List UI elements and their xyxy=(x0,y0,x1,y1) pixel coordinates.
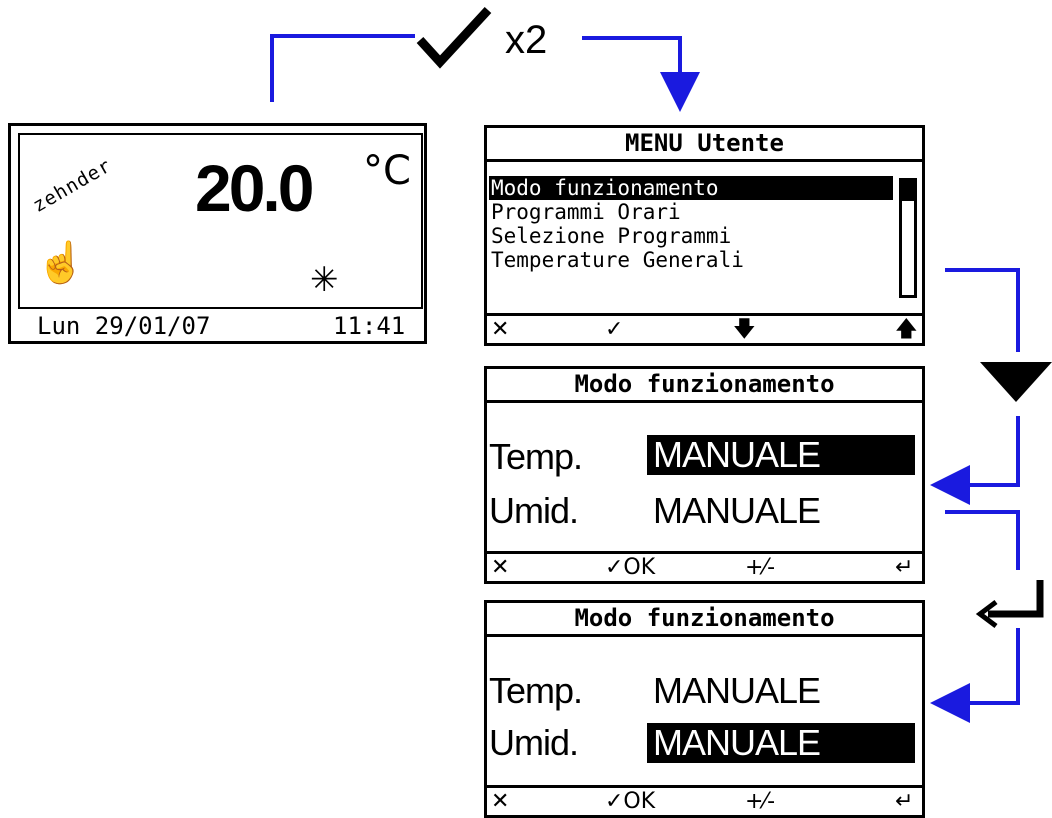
temp-label: Temp. xyxy=(489,670,583,711)
cancel-softkey[interactable]: ✕ xyxy=(491,316,509,343)
menu-item-selezione-programmi[interactable]: Selezione Programmi xyxy=(489,224,893,248)
connector-menu-to-down xyxy=(945,268,1020,352)
enter-softkey[interactable]: ↵ xyxy=(895,554,913,581)
cancel-softkey[interactable]: ✕ xyxy=(491,788,509,815)
temperature-unit: °C xyxy=(363,148,411,194)
temp-mode-value[interactable]: MANUALE xyxy=(647,435,915,475)
connector-mode-temp-to-enter xyxy=(945,510,1020,570)
temperature-value: 20.0 xyxy=(195,151,314,225)
confirm-softkey[interactable]: ✓ xyxy=(605,316,623,343)
menu-list: Modo funzionamento Programmi Orari Selez… xyxy=(489,176,893,272)
connector-home-to-check xyxy=(270,34,415,102)
mode-screen-temp-selected: Modo funzionamento Temp. MANUALE Umid. M… xyxy=(484,366,925,584)
enter-key-icon xyxy=(975,580,1044,628)
ok-softkey[interactable]: ✓OK xyxy=(605,788,655,815)
softkey-bar: ✕ ✓OK +⁄- ↵ xyxy=(487,551,922,581)
home-screen: zehnder 20.0 °C ☝ ✳ Lun 29/01/07 11:41 xyxy=(8,123,427,344)
screen-title: Modo funzionamento xyxy=(487,369,922,403)
softkey-bar: ✕ ✓ 🡇 🡅 xyxy=(487,313,922,343)
down-arrow-softkey[interactable]: 🡇 xyxy=(733,316,756,343)
screen-title: MENU Utente xyxy=(487,128,922,162)
temp-mode-value[interactable]: MANUALE xyxy=(647,671,915,711)
date-display: Lun 29/01/07 xyxy=(37,312,211,340)
menu-item-modo-funzionamento[interactable]: Modo funzionamento xyxy=(489,176,893,200)
hand-icon: ☝ xyxy=(36,241,86,285)
snowflake-icon: ✳ xyxy=(310,261,339,299)
plus-minus-softkey[interactable]: +⁄- xyxy=(745,788,775,815)
connector-check-to-menu xyxy=(582,36,700,112)
user-menu-screen: MENU Utente Modo funzionamento Programmi… xyxy=(484,125,925,346)
enter-softkey[interactable]: ↵ xyxy=(895,788,913,815)
ok-softkey[interactable]: ✓OK xyxy=(605,554,655,581)
connector-down-to-mode-temp xyxy=(930,416,1020,505)
up-arrow-softkey[interactable]: 🡅 xyxy=(895,316,918,343)
connector-enter-to-mode-humid xyxy=(930,628,1020,723)
screen-title: Modo funzionamento xyxy=(487,603,922,637)
plus-minus-softkey[interactable]: +⁄- xyxy=(745,554,775,581)
home-display-area: zehnder 20.0 °C ☝ ✳ xyxy=(18,133,423,309)
temp-label: Temp. xyxy=(489,436,583,477)
down-triangle-icon xyxy=(980,362,1052,402)
time-display: 11:41 xyxy=(333,312,406,340)
brand-logo: zehnder xyxy=(29,154,116,217)
humid-mode-value[interactable]: MANUALE xyxy=(647,723,915,763)
menu-item-temperature-generali[interactable]: Temperature Generali xyxy=(489,248,893,272)
humid-mode-value[interactable]: MANUALE xyxy=(647,491,915,531)
press-count-label: x2 xyxy=(505,18,548,62)
mode-screen-humid-selected: Modo funzionamento Temp. MANUALE Umid. M… xyxy=(484,600,925,818)
humid-label: Umid. xyxy=(489,722,579,763)
softkey-bar: ✕ ✓OK +⁄- ↵ xyxy=(487,785,922,815)
menu-item-programmi-orari[interactable]: Programmi Orari xyxy=(489,200,893,224)
humid-label: Umid. xyxy=(489,490,579,531)
check-icon xyxy=(416,6,492,69)
cancel-softkey[interactable]: ✕ xyxy=(491,554,509,581)
scrollbar-thumb[interactable] xyxy=(902,181,914,201)
scrollbar[interactable] xyxy=(899,178,917,298)
status-bar: Lun 29/01/07 11:41 xyxy=(11,311,424,341)
